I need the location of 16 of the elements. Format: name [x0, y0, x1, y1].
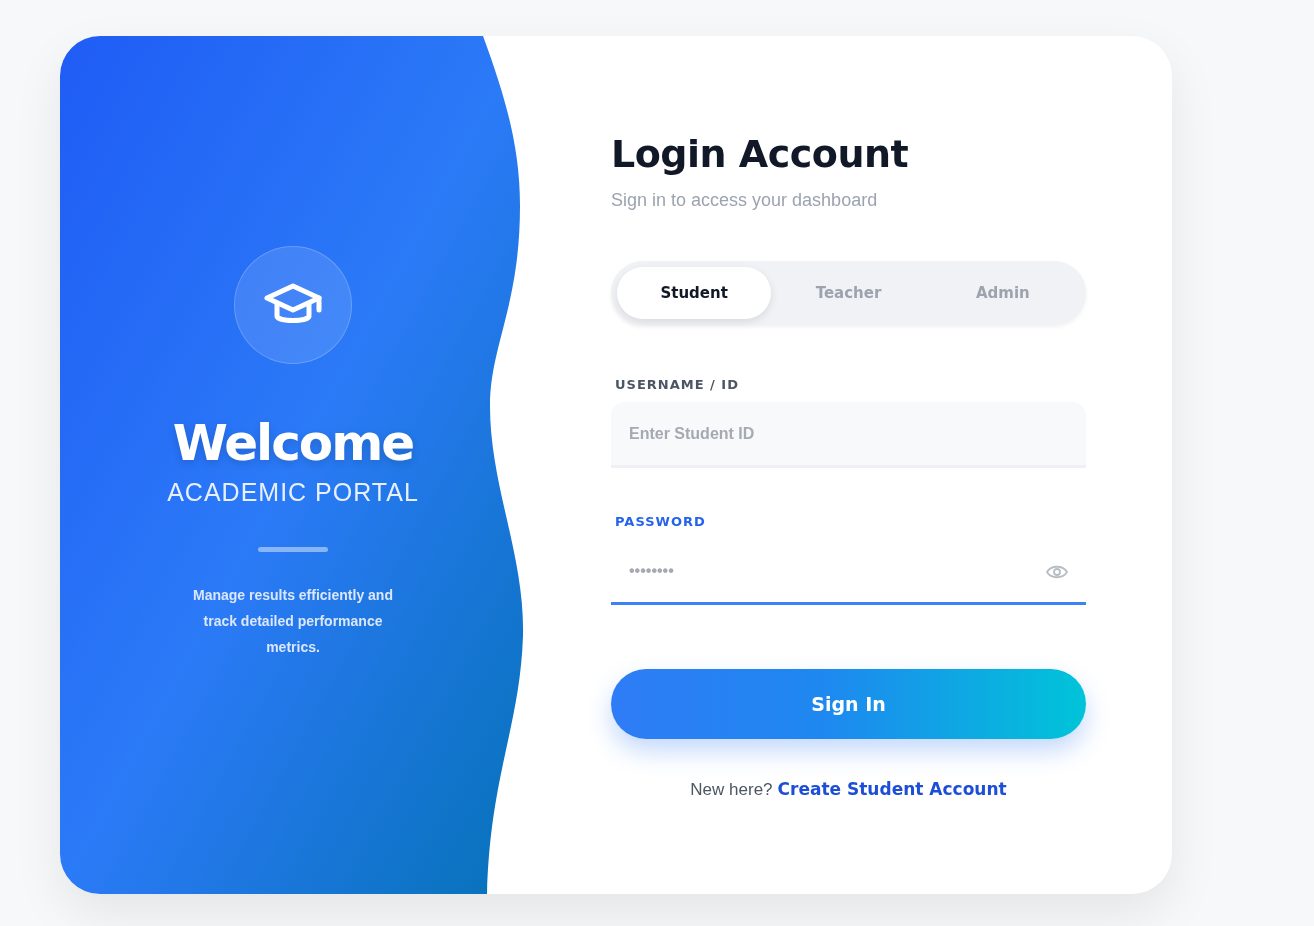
divider-bar — [258, 547, 328, 552]
field-label: USERNAME / ID — [615, 377, 740, 392]
portal-subtitle: ACADEMIC PORTAL — [167, 478, 419, 507]
field-label: PASSWORD — [615, 514, 707, 529]
sign-in-button[interactable]: Sign In — [611, 669, 1086, 739]
form-title: Login Account — [611, 132, 910, 176]
role-tab[interactable]: Teacher — [771, 267, 926, 319]
username-field[interactable]: Enter Student ID — [611, 402, 1086, 468]
role-tab[interactable]: Admin — [925, 267, 1080, 319]
role-tab[interactable]: Student — [617, 267, 772, 319]
signup-prompt: New here? — [690, 780, 773, 799]
form-subtitle: Sign in to access your dashboard — [611, 190, 879, 211]
create-account-link[interactable]: Create Student Account — [777, 779, 1007, 799]
eye-icon[interactable] — [1046, 564, 1068, 580]
portal-description: Manage results efficiently and track detailed performance metrics. — [192, 586, 394, 657]
welcome-title: Welcome — [172, 414, 414, 472]
